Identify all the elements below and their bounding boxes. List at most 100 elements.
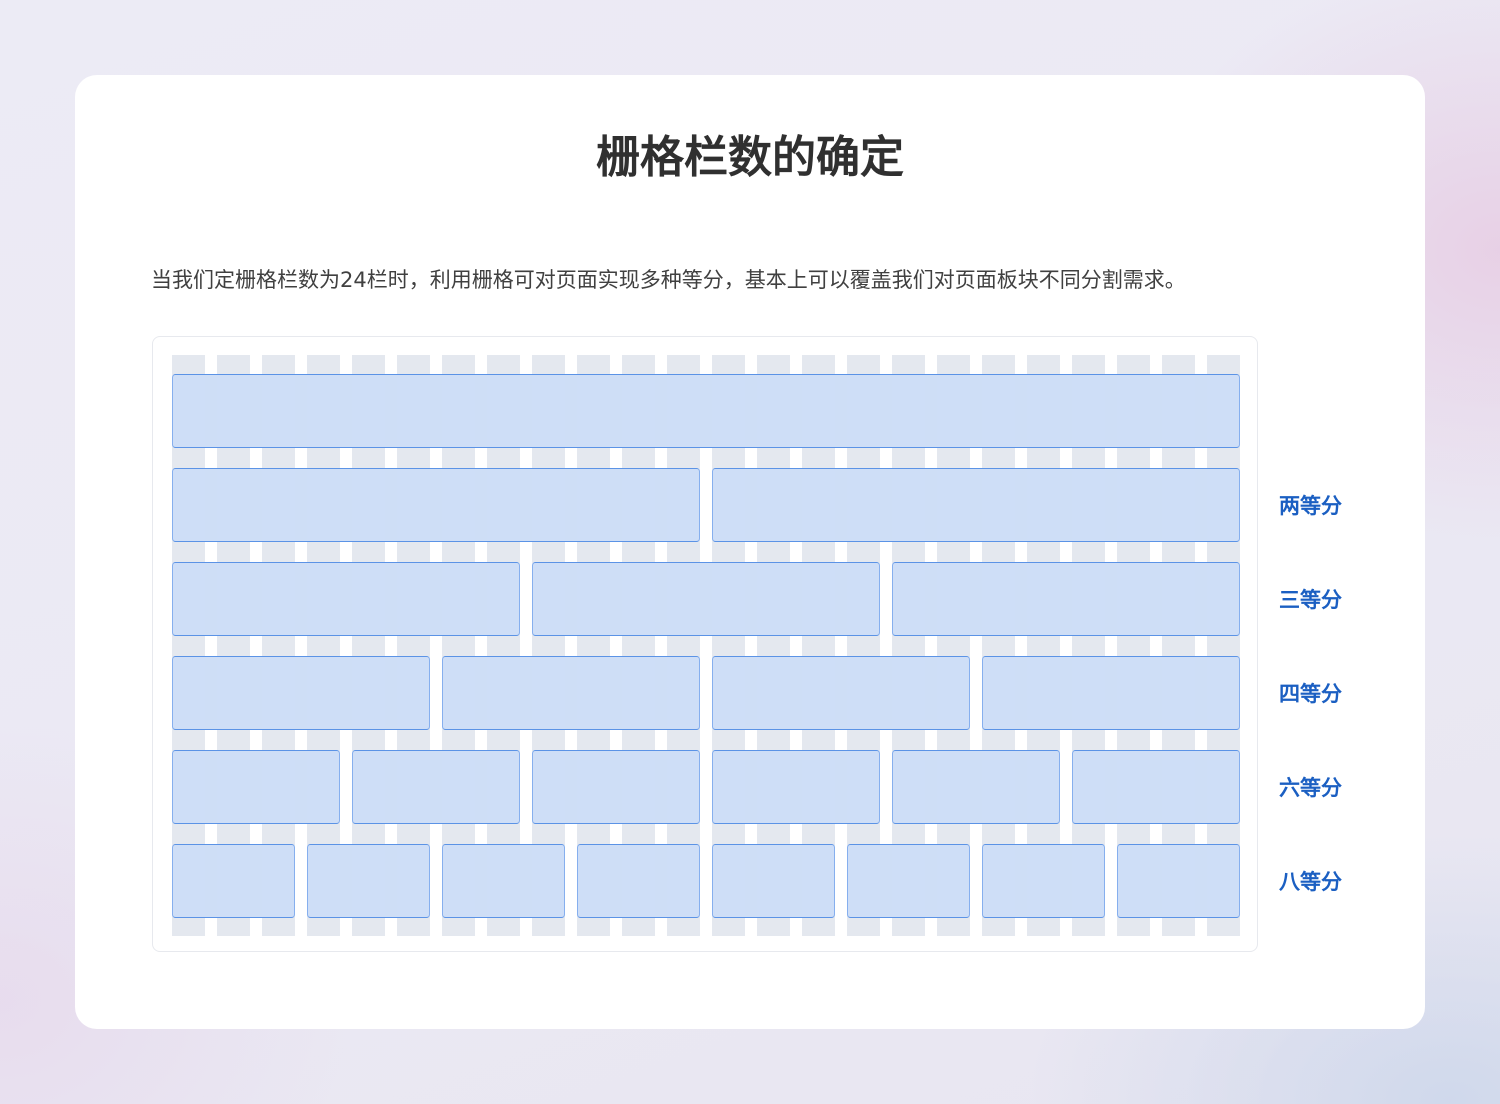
division-block bbox=[172, 656, 430, 730]
block-column-stripe bbox=[667, 657, 700, 729]
block-column-stripe bbox=[1162, 751, 1195, 823]
block-column-stripe bbox=[1207, 563, 1240, 635]
block-column-stripe bbox=[397, 375, 430, 447]
block-column-stripe bbox=[442, 751, 475, 823]
block-column-stripe bbox=[937, 469, 970, 541]
block-column-stripe bbox=[622, 751, 655, 823]
block-column-stripe bbox=[802, 375, 835, 447]
block-column-stripe bbox=[982, 563, 1015, 635]
block-column-stripe bbox=[1117, 751, 1150, 823]
block-column-stripe bbox=[172, 845, 205, 917]
block-column-stripe bbox=[442, 469, 475, 541]
block-column-stripe bbox=[1117, 845, 1150, 917]
block-column-stripe bbox=[487, 845, 520, 917]
block-column-stripe bbox=[892, 469, 925, 541]
block-column-stripe bbox=[577, 845, 610, 917]
row-label-2: 两等分 bbox=[1279, 494, 1342, 518]
block-column-stripe bbox=[487, 469, 520, 541]
block-column-stripe bbox=[577, 563, 610, 635]
block-column-stripe bbox=[262, 751, 295, 823]
block-column-stripe bbox=[352, 563, 385, 635]
block-column-stripe bbox=[442, 375, 475, 447]
block-column-stripe bbox=[1207, 657, 1240, 729]
block-column-stripe bbox=[982, 375, 1015, 447]
block-column-stripe bbox=[172, 657, 205, 729]
block-column-stripe bbox=[1117, 375, 1150, 447]
block-column-stripe bbox=[1117, 657, 1150, 729]
block-column-stripe bbox=[757, 751, 790, 823]
division-block bbox=[712, 656, 970, 730]
block-column-stripe bbox=[667, 751, 700, 823]
block-column-stripe bbox=[802, 469, 835, 541]
block-column-stripe bbox=[172, 469, 205, 541]
block-column-stripe bbox=[622, 563, 655, 635]
block-column-stripe bbox=[1027, 563, 1060, 635]
block-column-stripe bbox=[982, 845, 1015, 917]
block-column-stripe bbox=[712, 751, 745, 823]
block-column-stripe bbox=[307, 845, 340, 917]
block-column-stripe bbox=[847, 751, 880, 823]
block-column-stripe bbox=[667, 469, 700, 541]
block-column-stripe bbox=[667, 563, 700, 635]
block-column-stripe bbox=[352, 375, 385, 447]
block-column-stripe bbox=[1117, 563, 1150, 635]
block-column-stripe bbox=[217, 563, 250, 635]
block-column-stripe bbox=[487, 657, 520, 729]
block-column-stripe bbox=[262, 375, 295, 447]
block-column-stripe bbox=[397, 657, 430, 729]
block-column-stripe bbox=[937, 845, 970, 917]
division-block bbox=[712, 468, 1240, 542]
block-column-stripe bbox=[487, 751, 520, 823]
block-column-stripe bbox=[217, 845, 250, 917]
row-label-6: 六等分 bbox=[1279, 776, 1342, 800]
block-column-stripe bbox=[892, 563, 925, 635]
block-column-stripe bbox=[442, 845, 475, 917]
block-column-stripe bbox=[622, 469, 655, 541]
block-column-stripe bbox=[1207, 845, 1240, 917]
block-column-stripe bbox=[352, 751, 385, 823]
block-column-stripe bbox=[847, 469, 880, 541]
block-column-stripe bbox=[532, 657, 565, 729]
block-column-stripe bbox=[757, 657, 790, 729]
block-column-stripe bbox=[217, 469, 250, 541]
block-column-stripe bbox=[937, 657, 970, 729]
block-column-stripe bbox=[802, 751, 835, 823]
block-column-stripe bbox=[262, 657, 295, 729]
block-column-stripe bbox=[667, 845, 700, 917]
block-column-stripe bbox=[397, 751, 430, 823]
block-column-stripe bbox=[1072, 563, 1105, 635]
block-column-stripe bbox=[847, 845, 880, 917]
block-column-stripe bbox=[307, 657, 340, 729]
block-column-stripe bbox=[1162, 563, 1195, 635]
block-column-stripe bbox=[982, 469, 1015, 541]
block-column-stripe bbox=[307, 375, 340, 447]
block-column-stripe bbox=[1117, 469, 1150, 541]
block-column-stripe bbox=[442, 657, 475, 729]
block-column-stripe bbox=[1027, 657, 1060, 729]
block-column-stripe bbox=[712, 845, 745, 917]
block-column-stripe bbox=[532, 845, 565, 917]
block-column-stripe bbox=[397, 469, 430, 541]
block-column-stripe bbox=[1072, 469, 1105, 541]
block-column-stripe bbox=[622, 845, 655, 917]
block-column-stripe bbox=[397, 563, 430, 635]
block-column-stripe bbox=[712, 657, 745, 729]
block-column-stripe bbox=[172, 375, 205, 447]
block-column-stripe bbox=[667, 375, 700, 447]
block-column-stripe bbox=[1027, 751, 1060, 823]
block-column-stripe bbox=[1027, 375, 1060, 447]
block-column-stripe bbox=[712, 469, 745, 541]
division-block bbox=[442, 656, 700, 730]
block-column-stripe bbox=[217, 657, 250, 729]
block-column-stripe bbox=[1027, 469, 1060, 541]
block-column-stripe bbox=[622, 657, 655, 729]
block-column-stripe bbox=[1162, 469, 1195, 541]
block-column-stripe bbox=[577, 375, 610, 447]
block-column-stripe bbox=[757, 375, 790, 447]
block-column-stripe bbox=[262, 469, 295, 541]
block-column-stripe bbox=[442, 563, 475, 635]
block-column-stripe bbox=[802, 657, 835, 729]
block-column-stripe bbox=[352, 845, 385, 917]
block-column-stripe bbox=[847, 563, 880, 635]
block-column-stripe bbox=[532, 469, 565, 541]
